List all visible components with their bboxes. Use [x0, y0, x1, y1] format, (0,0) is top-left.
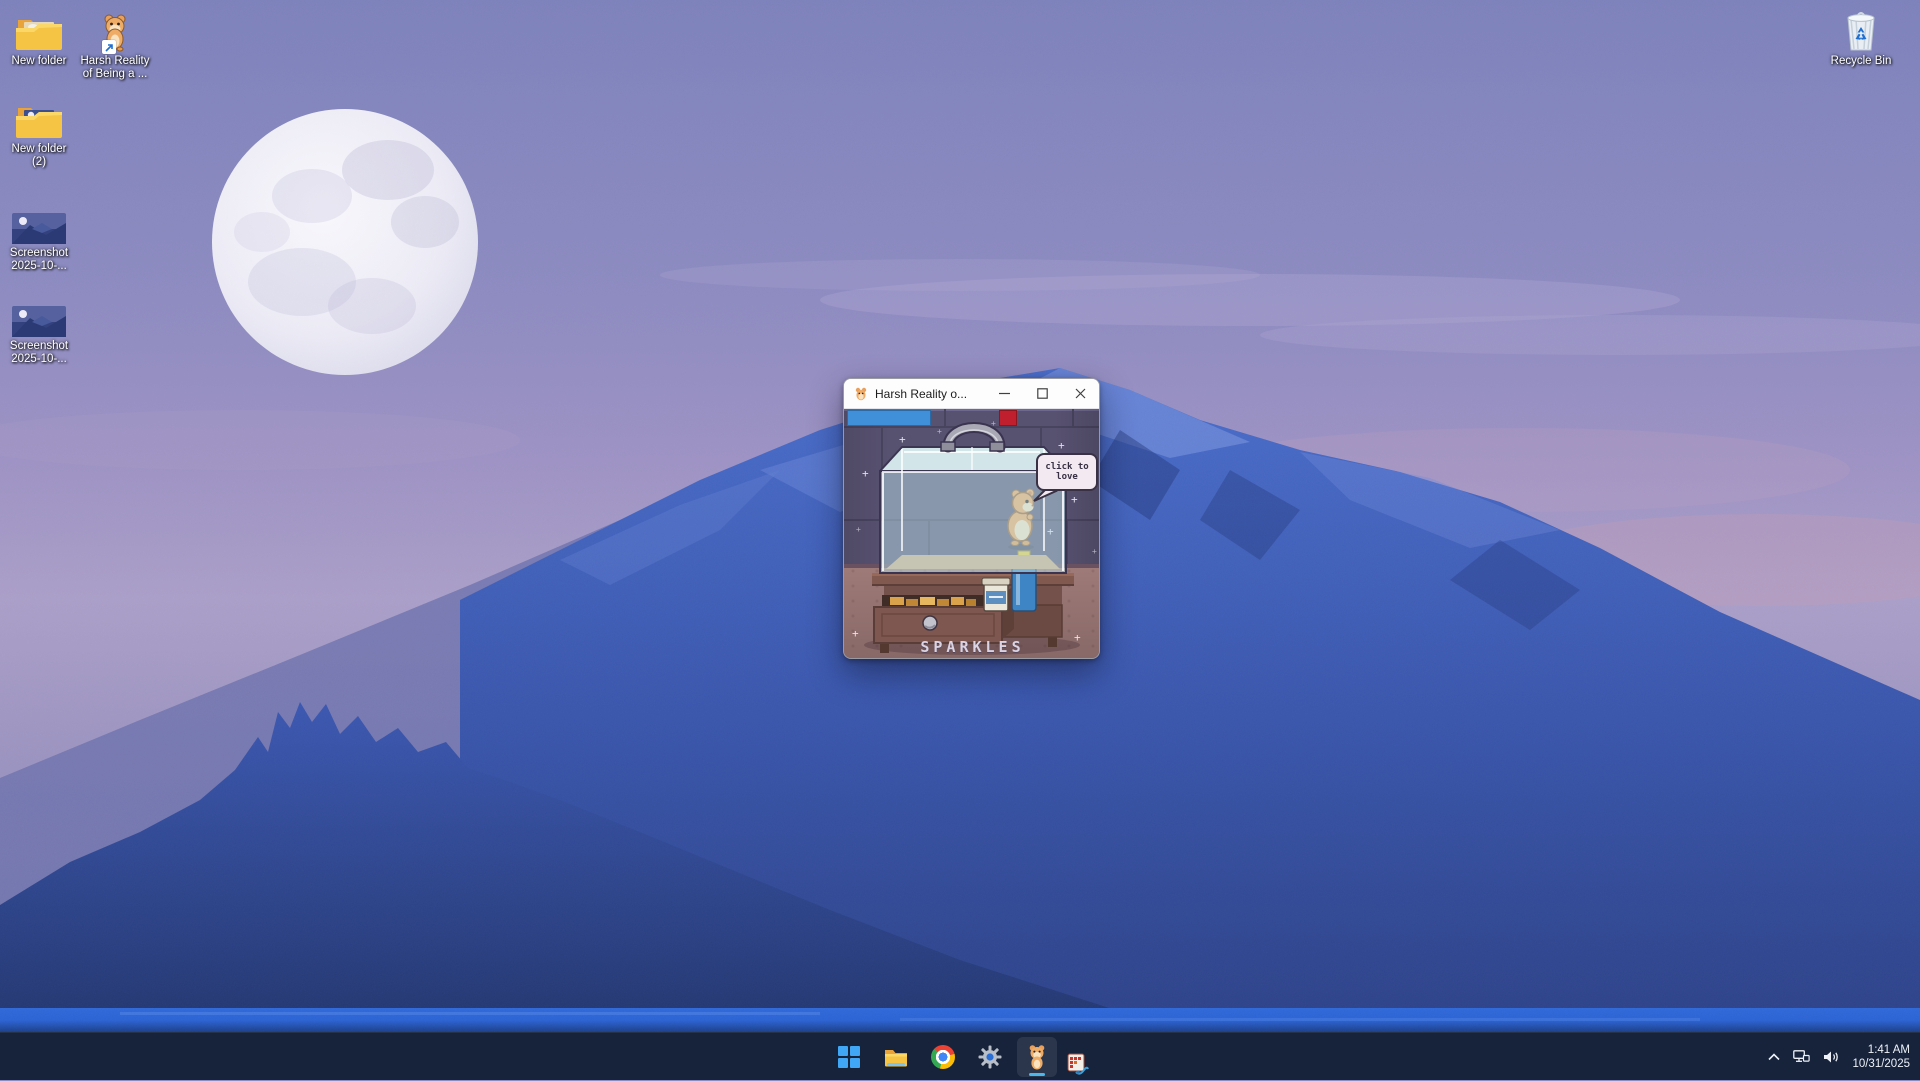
desktop-icon-screenshot-1[interactable]: Screenshot2025-10-... — [0, 200, 78, 273]
pet-scene — [844, 409, 1100, 659]
volume-icon[interactable] — [1823, 1050, 1839, 1064]
chrome-button[interactable] — [923, 1037, 963, 1077]
windows-logo-icon — [838, 1046, 860, 1068]
desktop-icon-label: Recycle Bin — [1831, 55, 1892, 68]
hamster-app-icon — [100, 8, 130, 52]
gear-icon — [978, 1045, 1002, 1069]
desktop-icon-label: Screenshot2025-10-... — [10, 340, 68, 366]
game-viewport[interactable]: + + + + + + + + + + + + + — [844, 409, 1100, 659]
tray-chevron-up-icon[interactable] — [1768, 1053, 1780, 1061]
chrome-icon — [931, 1045, 955, 1069]
pixel-app-icon — [1066, 1052, 1090, 1076]
hamster-taskbar-icon — [1026, 1044, 1048, 1070]
file-explorer-icon — [884, 1045, 908, 1069]
bubble-text: click to — [1045, 462, 1088, 472]
network-icon[interactable] — [1793, 1050, 1810, 1064]
settings-button[interactable] — [970, 1037, 1010, 1077]
start-button[interactable] — [829, 1037, 869, 1077]
desktop-icon-label: New folder(2) — [12, 143, 67, 169]
desktop-icon-label: New folder — [12, 55, 67, 68]
taskbar: 1:41 AM 10/31/2025 — [0, 1032, 1920, 1080]
desktop-icon-label: Screenshot2025-10-... — [10, 247, 68, 273]
active-app-indicator — [1029, 1073, 1045, 1076]
file-explorer-button[interactable] — [876, 1037, 916, 1077]
taskbar-center-apps — [0, 1033, 1920, 1080]
shortcut-arrow-icon — [102, 40, 116, 54]
minimize-button[interactable] — [985, 379, 1023, 409]
harsh-reality-taskbar-button[interactable] — [1017, 1037, 1057, 1077]
image-thumbnail-icon — [12, 293, 66, 337]
desktop-icon-new-folder-2[interactable]: New folder(2) — [0, 96, 78, 169]
desktop-icon-label: Harsh Realityof Being a ... — [80, 55, 149, 81]
desktop-icon-harsh-reality-shortcut[interactable]: Harsh Realityof Being a ... — [76, 8, 154, 81]
desktop-icon-screenshot-2[interactable]: Screenshot2025-10-... — [0, 293, 78, 366]
maximize-button[interactable] — [1023, 379, 1061, 409]
pixel-app-button[interactable] — [1064, 1050, 1092, 1078]
hamster-window-icon — [854, 387, 868, 401]
close-button[interactable] — [1061, 379, 1099, 409]
recycle-bin-icon — [1844, 8, 1878, 52]
desktop-icon-new-folder[interactable]: New folder — [0, 8, 78, 68]
harsh-reality-window: Harsh Reality o... + + + + + + + — [843, 378, 1100, 659]
pet-name-label: SPARKLES — [844, 638, 1100, 656]
bubble-text: love — [1056, 472, 1078, 482]
click-to-love-bubble[interactable]: click to love — [1036, 453, 1098, 491]
image-thumbnail-icon — [12, 200, 66, 244]
taskbar-clock[interactable]: 1:41 AM 10/31/2025 — [1852, 1043, 1910, 1071]
window-titlebar[interactable]: Harsh Reality o... — [844, 379, 1099, 409]
desktop-icon-recycle-bin[interactable]: Recycle Bin — [1822, 8, 1900, 68]
system-tray: 1:41 AM 10/31/2025 — [1768, 1033, 1910, 1081]
folder-image-icon — [16, 96, 62, 140]
tray-time: 1:41 AM — [1852, 1043, 1910, 1057]
tray-date: 10/31/2025 — [1852, 1057, 1910, 1071]
folder-image-icon — [16, 8, 62, 52]
window-title: Harsh Reality o... — [875, 387, 985, 401]
